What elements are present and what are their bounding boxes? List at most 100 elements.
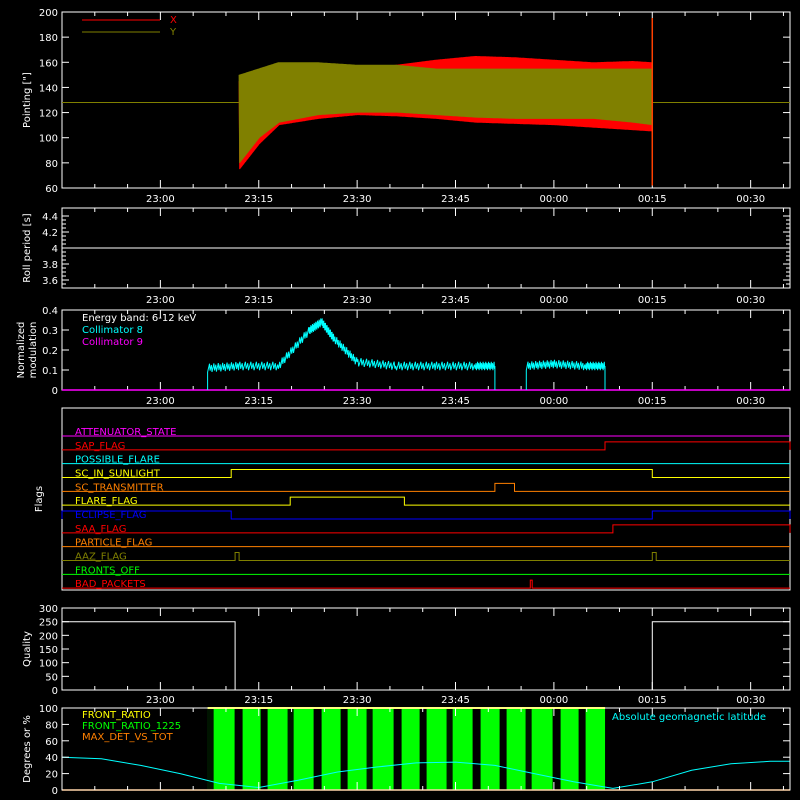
geomag-gap: [265, 708, 268, 790]
geomag-gap: [208, 708, 210, 790]
time-tick-label: 23:45: [441, 295, 470, 306]
roll-y-title: Roll period [s]: [22, 213, 33, 282]
quality-y-tick-label: 250: [39, 618, 58, 629]
quality-y-tick-label: 300: [39, 604, 58, 615]
quality-y-tick-label: 150: [39, 645, 58, 656]
flag-line-sap-flag: [62, 441, 791, 451]
geomag-gap: [450, 708, 452, 790]
time-tick-label: 23:15: [244, 194, 273, 205]
time-tick-label: 23:30: [343, 695, 372, 706]
time-tick-label: 23:45: [441, 396, 470, 407]
geomag-y-tick-label: 40: [45, 753, 58, 764]
time-tick-label: 00:00: [539, 295, 568, 306]
roll-y-tick-label: 4.4: [42, 212, 58, 223]
geomag-gap: [526, 708, 528, 790]
time-tick-label: 23:30: [343, 396, 372, 407]
geomag-gap: [345, 708, 348, 790]
geomag-gap: [448, 708, 450, 790]
geomag-y-title: Degrees or %: [22, 715, 33, 783]
flag-line-saa-flag: [62, 524, 791, 534]
roll-y-tick-label: 4: [52, 244, 58, 255]
pointing-series-y: [238, 62, 653, 163]
quality-frame: [61, 607, 791, 691]
time-tick-label: 00:30: [736, 295, 765, 306]
flag-line-flare-flag: [62, 496, 790, 506]
pointing-legend-label: X: [170, 15, 177, 26]
geomag-gap: [292, 708, 294, 790]
geomag-gap: [451, 708, 453, 790]
geomag-y-tick-label: 80: [45, 720, 58, 731]
geomag-gap: [318, 708, 322, 790]
time-tick-label: 00:00: [539, 194, 568, 205]
pointing-y-tick-label: 100: [39, 134, 58, 145]
time-tick-label: 23:30: [343, 295, 372, 306]
time-tick-label: 23:15: [244, 695, 273, 706]
pointing-y-tick-label: 180: [39, 33, 58, 44]
quality-series-line: [62, 621, 790, 691]
geomag-annotation: Absolute geomagnetic latitude: [612, 712, 766, 723]
time-tick-label: 23:00: [146, 396, 175, 407]
geomag-gap: [477, 708, 481, 790]
modulation-y-title: Normalized: [16, 322, 27, 379]
chart-canvas: 6080100120140160180200Pointing ["]23:00 2…: [16, 8, 791, 797]
geomag-gap: [288, 708, 290, 790]
geomag-gap: [447, 708, 449, 790]
pointing-legend-label: Y: [169, 27, 177, 38]
flag-line-sc-in-sunlight: [62, 469, 790, 478]
flag-label: ECLIPSE_FLAG: [75, 510, 146, 521]
flag-line-sc-transmitter: [62, 482, 790, 492]
geomag-gap: [212, 708, 214, 790]
flag-line-aaz-flag: [62, 552, 790, 561]
modulation-y-tick-label: 0.1: [42, 366, 58, 377]
time-tick-label: 23:45: [441, 194, 470, 205]
quality-y-title: Quality: [22, 631, 33, 667]
modulation-legend-label: Collimator 9: [82, 337, 143, 348]
time-tick-label: 00:00: [539, 396, 568, 407]
flag-line-eclipse-flag: [61, 510, 791, 520]
geomag-gap: [368, 708, 370, 790]
quality-y-tick-label: 200: [39, 631, 58, 642]
pointing-y-title: Pointing ["]: [22, 72, 33, 128]
geomag-gap: [290, 708, 292, 790]
geomag-gap: [209, 708, 211, 790]
modulation-y-tick-label: 0: [52, 386, 58, 397]
flags-y-title: Flags: [34, 486, 45, 512]
geomag-legend-label: FRONT_RATIO: [82, 710, 151, 721]
time-tick-label: 00:15: [638, 695, 667, 706]
time-tick-label: 23:30: [343, 194, 372, 205]
flag-line-bad-packets: [62, 579, 790, 589]
geomag-gap: [525, 708, 527, 790]
geomag-gap: [291, 708, 293, 790]
time-tick-label: 00:00: [539, 695, 568, 706]
geomag-gap: [210, 708, 212, 790]
time-tick-label: 23:15: [244, 295, 273, 306]
geomag-gap: [369, 708, 371, 790]
modulation-series-collimator-8: [207, 318, 496, 390]
geomag-y-tick-label: 100: [39, 704, 58, 715]
pointing-y-tick-label: 160: [39, 58, 58, 69]
geomag-gap: [446, 708, 448, 790]
geomag-y-tick-label: 0: [52, 786, 58, 797]
time-tick-label: 00:15: [638, 194, 667, 205]
pointing-y-tick-label: 120: [39, 109, 58, 120]
geomag-gap: [527, 708, 529, 790]
time-tick-label: 23:00: [146, 194, 175, 205]
geomag-gap: [398, 708, 402, 790]
time-tick-label: 23:00: [146, 295, 175, 306]
modulation-y-tick-label: 0.3: [42, 326, 58, 337]
time-tick-label: 00:30: [736, 695, 765, 706]
geomag-gap: [239, 708, 243, 790]
quality-y-tick-label: 0: [52, 686, 58, 697]
quality-y-tick-label: 50: [45, 672, 58, 683]
geomag-gap: [371, 708, 373, 790]
geomag-y-tick-label: 20: [45, 770, 58, 781]
geomag-legend-label: FRONT_RATIO_1225: [82, 721, 181, 732]
modulation-annotation: Energy band: 6-12 keV: [82, 313, 196, 324]
geomag-gap: [504, 708, 507, 790]
geomag-gap: [424, 708, 427, 790]
geomag-gap: [287, 708, 289, 790]
geomag-gap: [370, 708, 372, 790]
time-tick-label: 23:15: [244, 396, 273, 407]
time-tick-label: 00:30: [736, 194, 765, 205]
rhessi-quicklook-chart: 60 80 100 120 140 160 180 200 Pointing ["] 23:00 2…: [0, 0, 800, 800]
